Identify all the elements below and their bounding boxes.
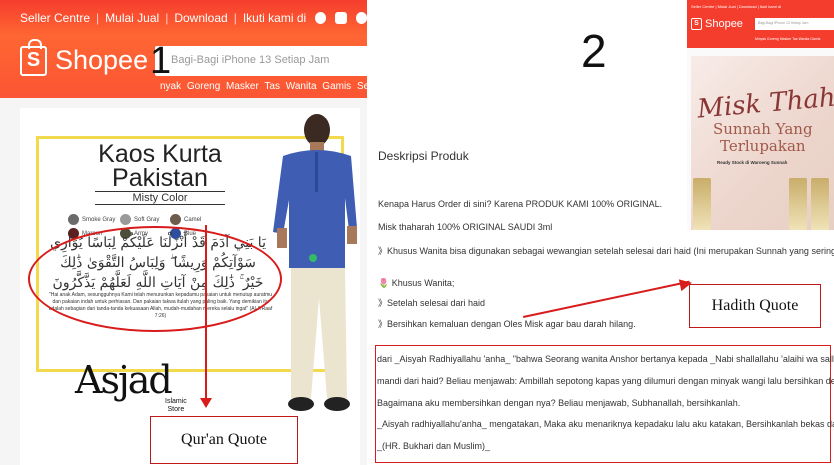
instagram-icon[interactable]: [335, 12, 347, 24]
brand-logo: Asjad: [75, 358, 173, 402]
poster-title: Misk Thaharah: [696, 77, 834, 125]
bottle-image: [693, 178, 711, 230]
search-input[interactable]: Bagi-Bagi iPhone 13 Setiap Jam: [155, 46, 367, 76]
annotation-arrow-line: [523, 280, 690, 318]
separator: |: [96, 11, 100, 25]
figure-number-1: 1: [150, 40, 172, 82]
model-person-image: [273, 114, 357, 411]
mini-shopee-logo: S Shopee: [691, 18, 743, 30]
desc-line: Misk thaharah 100% ORIGINAL SAUDI 3ml: [378, 222, 553, 232]
shopee-topbar: Seller Centre | Mulai Jual | Download | …: [0, 0, 367, 36]
download-link[interactable]: Download: [174, 11, 227, 25]
product-subtitle: Misty Color: [95, 191, 225, 205]
figure-number-2: 2: [581, 25, 607, 77]
poster-ready-stock: Ready Stock di Waroeng Sunnah: [717, 160, 788, 165]
swatch-camel: Camel: [170, 214, 201, 225]
shopee-logo[interactable]: S Shopee: [20, 38, 149, 76]
bottle-image: [811, 178, 829, 230]
shopee-logo-text: Shopee: [55, 45, 149, 75]
mini-keywords: Minyak Goreng Masker Tas Wanita Gamis: [755, 37, 821, 41]
mulai-jual-link[interactable]: Mulai Jual: [105, 11, 159, 25]
screenshot-panel-2: 2 Seller Centre | Mulai Jual | Download …: [373, 0, 834, 465]
facebook-icon[interactable]: [315, 12, 327, 24]
highlight-ellipse: [28, 226, 282, 332]
section-title: Deskripsi Produk: [378, 149, 469, 163]
seller-centre-link[interactable]: Seller Centre: [20, 11, 90, 25]
product-title-line1: Kaos Kurta: [98, 140, 222, 168]
desc-line: 》Khusus Wanita bisa digunakan sebagai we…: [378, 246, 834, 256]
hadith-line: _Aisyah radhiyallahu'anha_ mengatakan, M…: [377, 419, 834, 429]
figure-root: Seller Centre | Mulai Jual | Download | …: [0, 0, 834, 465]
mini-search-input: Bagi-Bagi iPhone 13 Setiap Jam: [755, 18, 834, 30]
hadith-quote-label: Hadith Quote: [689, 284, 821, 328]
product-title: Kaos Kurta Pakistan: [75, 140, 245, 192]
hadith-line: mandi dari haid? Beliau menjawab: Ambill…: [377, 376, 834, 386]
poster-subtitle: Sunnah Yang Terlupakan: [713, 120, 813, 155]
swatch-soft-gray: Soft Gray: [120, 214, 159, 225]
separator: |: [233, 11, 237, 25]
mini-shopee-screenshot: Seller Centre | Mulai Jual | Download | …: [687, 0, 834, 230]
annotation-arrow-line: [205, 225, 207, 403]
brand-subtitle: Islamic Store: [165, 398, 187, 413]
screenshot-panel-1: Seller Centre | Mulai Jual | Download | …: [0, 0, 367, 465]
product-title-line2: Pakistan: [112, 164, 208, 192]
shopee-header: S Shopee Bagi-Bagi iPhone 13 Setiap Jam …: [0, 36, 367, 98]
product-poster: Misk Thaharah Sunnah Yang Terlupakan Rea…: [691, 56, 834, 230]
desc-line: Kenapa Harus Order di sini? Karena PRODU…: [378, 199, 663, 209]
follow-us-label: Ikuti kami di: [242, 11, 307, 25]
line-icon[interactable]: [355, 12, 367, 24]
desc-line: 》Setelah selesai dari haid: [378, 298, 486, 308]
mini-topbar: Seller Centre | Mulai Jual | Download | …: [687, 0, 834, 14]
quran-quote-label: Qur'an Quote: [150, 416, 298, 464]
product-image: Kaos Kurta Pakistan Misty Color Smoke Gr…: [20, 108, 360, 465]
shopee-bag-icon: S: [20, 38, 47, 76]
bottle-image: [789, 178, 807, 230]
hadith-line: _(HR. Bukhari dan Muslim)_: [377, 441, 491, 451]
shopee-bag-icon: S: [691, 18, 702, 30]
mini-header: S Shopee Bagi-Bagi iPhone 13 Setiap Jam M…: [687, 14, 834, 48]
hadith-line: dari _Aisyah Radhiyallahu 'anha_ "bahwa …: [377, 354, 834, 364]
annotation-arrow-head: [200, 398, 212, 408]
separator: |: [165, 11, 169, 25]
desc-line: 🌷 Khusus Wanita;: [378, 278, 455, 288]
swatch-smoke-gray: Smoke Gray: [68, 214, 115, 225]
hadith-line: Bagaimana aku membersihkan dengan nya? B…: [377, 398, 741, 408]
trending-keywords[interactable]: nyak Goreng Masker Tas Wanita Gamis Ser: [160, 81, 367, 92]
desc-line: 》Bersihkan kemaluan dengan Oles Misk aga…: [378, 319, 636, 329]
